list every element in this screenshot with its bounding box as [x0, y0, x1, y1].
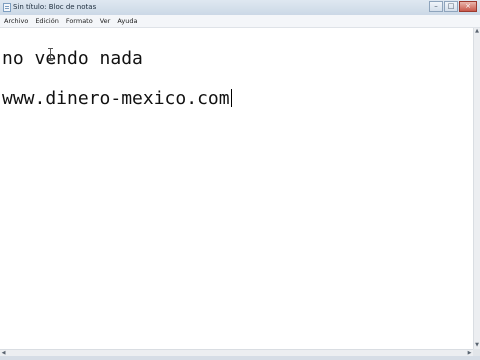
- menu-edicion[interactable]: Edición: [32, 16, 62, 26]
- window-title: Sin título: Bloc de notas: [13, 3, 97, 11]
- resize-grip[interactable]: [473, 349, 480, 356]
- scroll-up-icon[interactable]: ▲: [474, 28, 480, 35]
- notepad-icon[interactable]: [3, 3, 11, 12]
- maximize-button[interactable]: □: [444, 1, 458, 12]
- text-caret: [230, 89, 232, 107]
- text-line[interactable]: no vendo nada: [2, 48, 143, 70]
- menu-ayuda[interactable]: Ayuda: [114, 16, 140, 26]
- window-bottom-border: [0, 356, 480, 360]
- window-controls: – □ ×: [428, 1, 477, 12]
- text-cursor-icon: [48, 48, 53, 61]
- notepad-window: Sin título: Bloc de notas – □ × Archivo …: [0, 0, 480, 360]
- title-bar[interactable]: Sin título: Bloc de notas – □ ×: [0, 0, 480, 16]
- close-button[interactable]: ×: [459, 1, 477, 12]
- text-line-content: no vendo nada: [2, 48, 143, 69]
- scroll-down-icon[interactable]: ▼: [474, 342, 480, 349]
- vertical-scrollbar[interactable]: ▲ ▼: [473, 28, 480, 349]
- text-editor-area[interactable]: no vendo nada www.dinero-mexico.com: [0, 28, 473, 349]
- menu-formato[interactable]: Formato: [63, 16, 96, 26]
- menu-archivo[interactable]: Archivo: [1, 16, 31, 26]
- text-line-content: www.dinero-mexico.com: [2, 88, 230, 109]
- horizontal-scrollbar[interactable]: ◀ ▶: [0, 349, 473, 356]
- minimize-button[interactable]: –: [429, 1, 443, 12]
- menu-bar: Archivo Edición Formato Ver Ayuda: [0, 15, 480, 28]
- text-line[interactable]: www.dinero-mexico.com: [2, 88, 232, 110]
- menu-ver[interactable]: Ver: [97, 16, 114, 26]
